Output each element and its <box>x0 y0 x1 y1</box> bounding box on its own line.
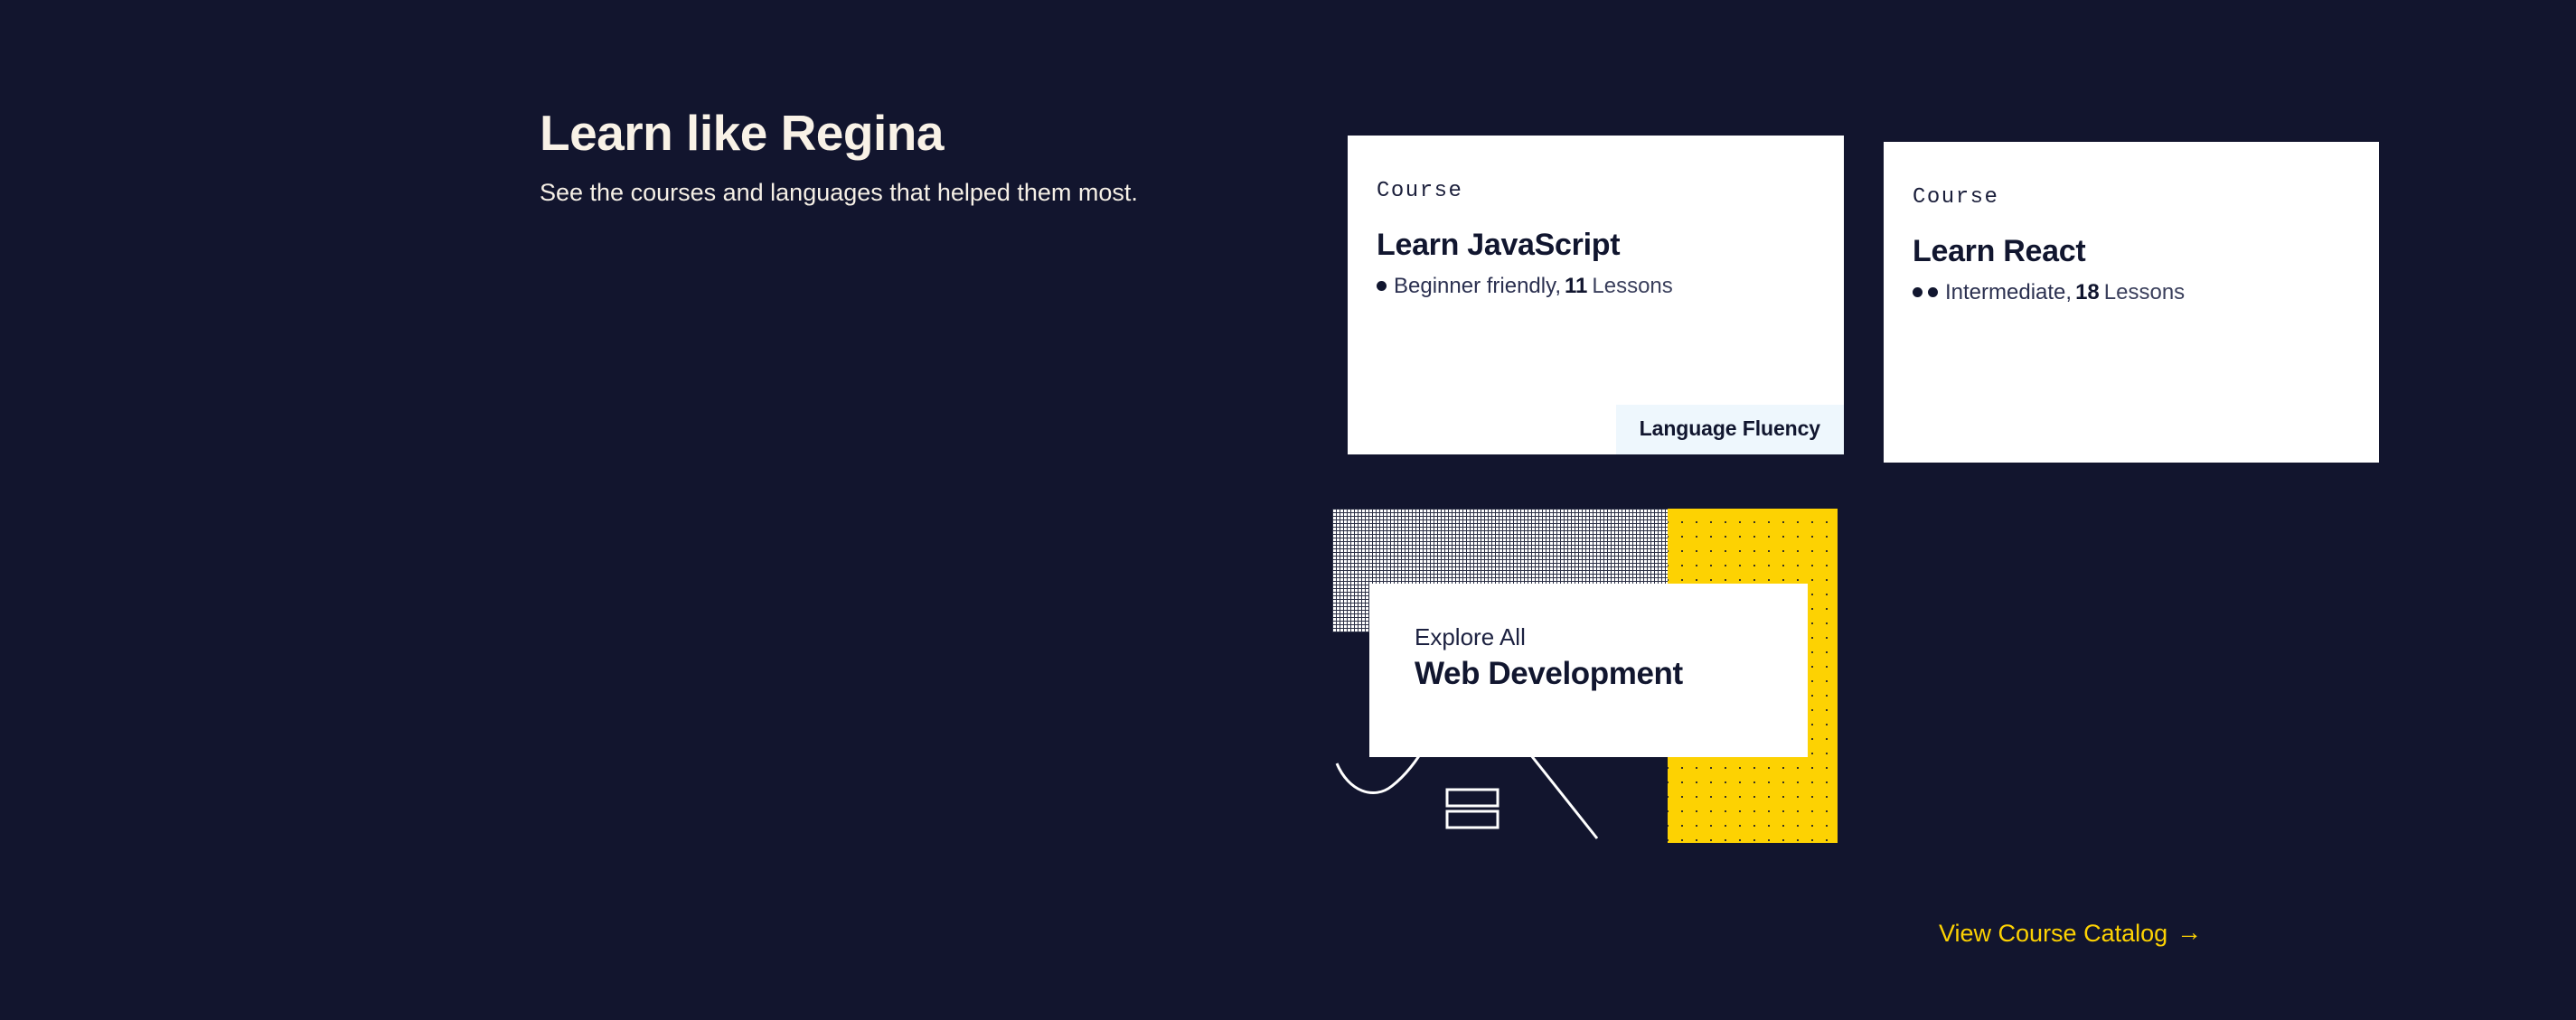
course-lesson-count: 18 <box>2075 280 2100 305</box>
course-card-learn-react[interactable]: Course Learn React Intermediate, 18 Less… <box>1884 142 2379 463</box>
arrow-right-icon: → <box>2176 918 2203 946</box>
page-title: Learn like Regina <box>540 105 944 161</box>
difficulty-dots-icon <box>1377 281 1387 292</box>
stacked-rect-top-icon <box>1445 788 1500 808</box>
promo-eyebrow: Explore All <box>1415 623 1526 650</box>
course-eyebrow: Course <box>1913 185 1999 210</box>
stacked-rect-bottom-icon <box>1445 809 1500 829</box>
explore-all-card[interactable]: Explore All Web Development <box>1369 584 1808 757</box>
course-level: Beginner friendly, <box>1394 274 1561 299</box>
course-meta: Intermediate, 18 Lessons <box>1913 278 2379 306</box>
page-subtitle: See the courses and languages that helpe… <box>540 179 1138 207</box>
course-level: Intermediate, <box>1945 280 2073 305</box>
explore-all-promo[interactable]: Explore All Web Development <box>1332 509 1838 843</box>
intro-block: Learn like Regina See the courses and la… <box>540 105 1172 211</box>
course-title: Learn React <box>1913 234 2086 268</box>
course-card-learn-javascript[interactable]: Course Learn JavaScript Beginner friendl… <box>1348 136 1844 454</box>
course-title: Learn JavaScript <box>1377 228 1621 262</box>
view-course-catalog-label: View Course Catalog <box>1939 919 2168 947</box>
learn-like-regina-section: Learn like Regina See the courses and la… <box>0 0 2576 1020</box>
view-course-catalog-link[interactable]: View Course Catalog → <box>1939 918 2203 947</box>
course-lesson-label: Lessons <box>1592 274 1673 299</box>
promo-title: Web Development <box>1415 656 1683 692</box>
difficulty-dots-icon <box>1913 287 1938 298</box>
course-eyebrow: Course <box>1377 179 1463 203</box>
course-lesson-count: 11 <box>1565 274 1588 299</box>
course-meta: Beginner friendly, 11 Lessons <box>1377 272 1844 300</box>
course-card-content: Course Learn React Intermediate, 18 Less… <box>1884 142 2379 463</box>
course-lesson-label: Lessons <box>2103 280 2186 305</box>
course-tag-badge: Language Fluency <box>1615 405 1844 454</box>
